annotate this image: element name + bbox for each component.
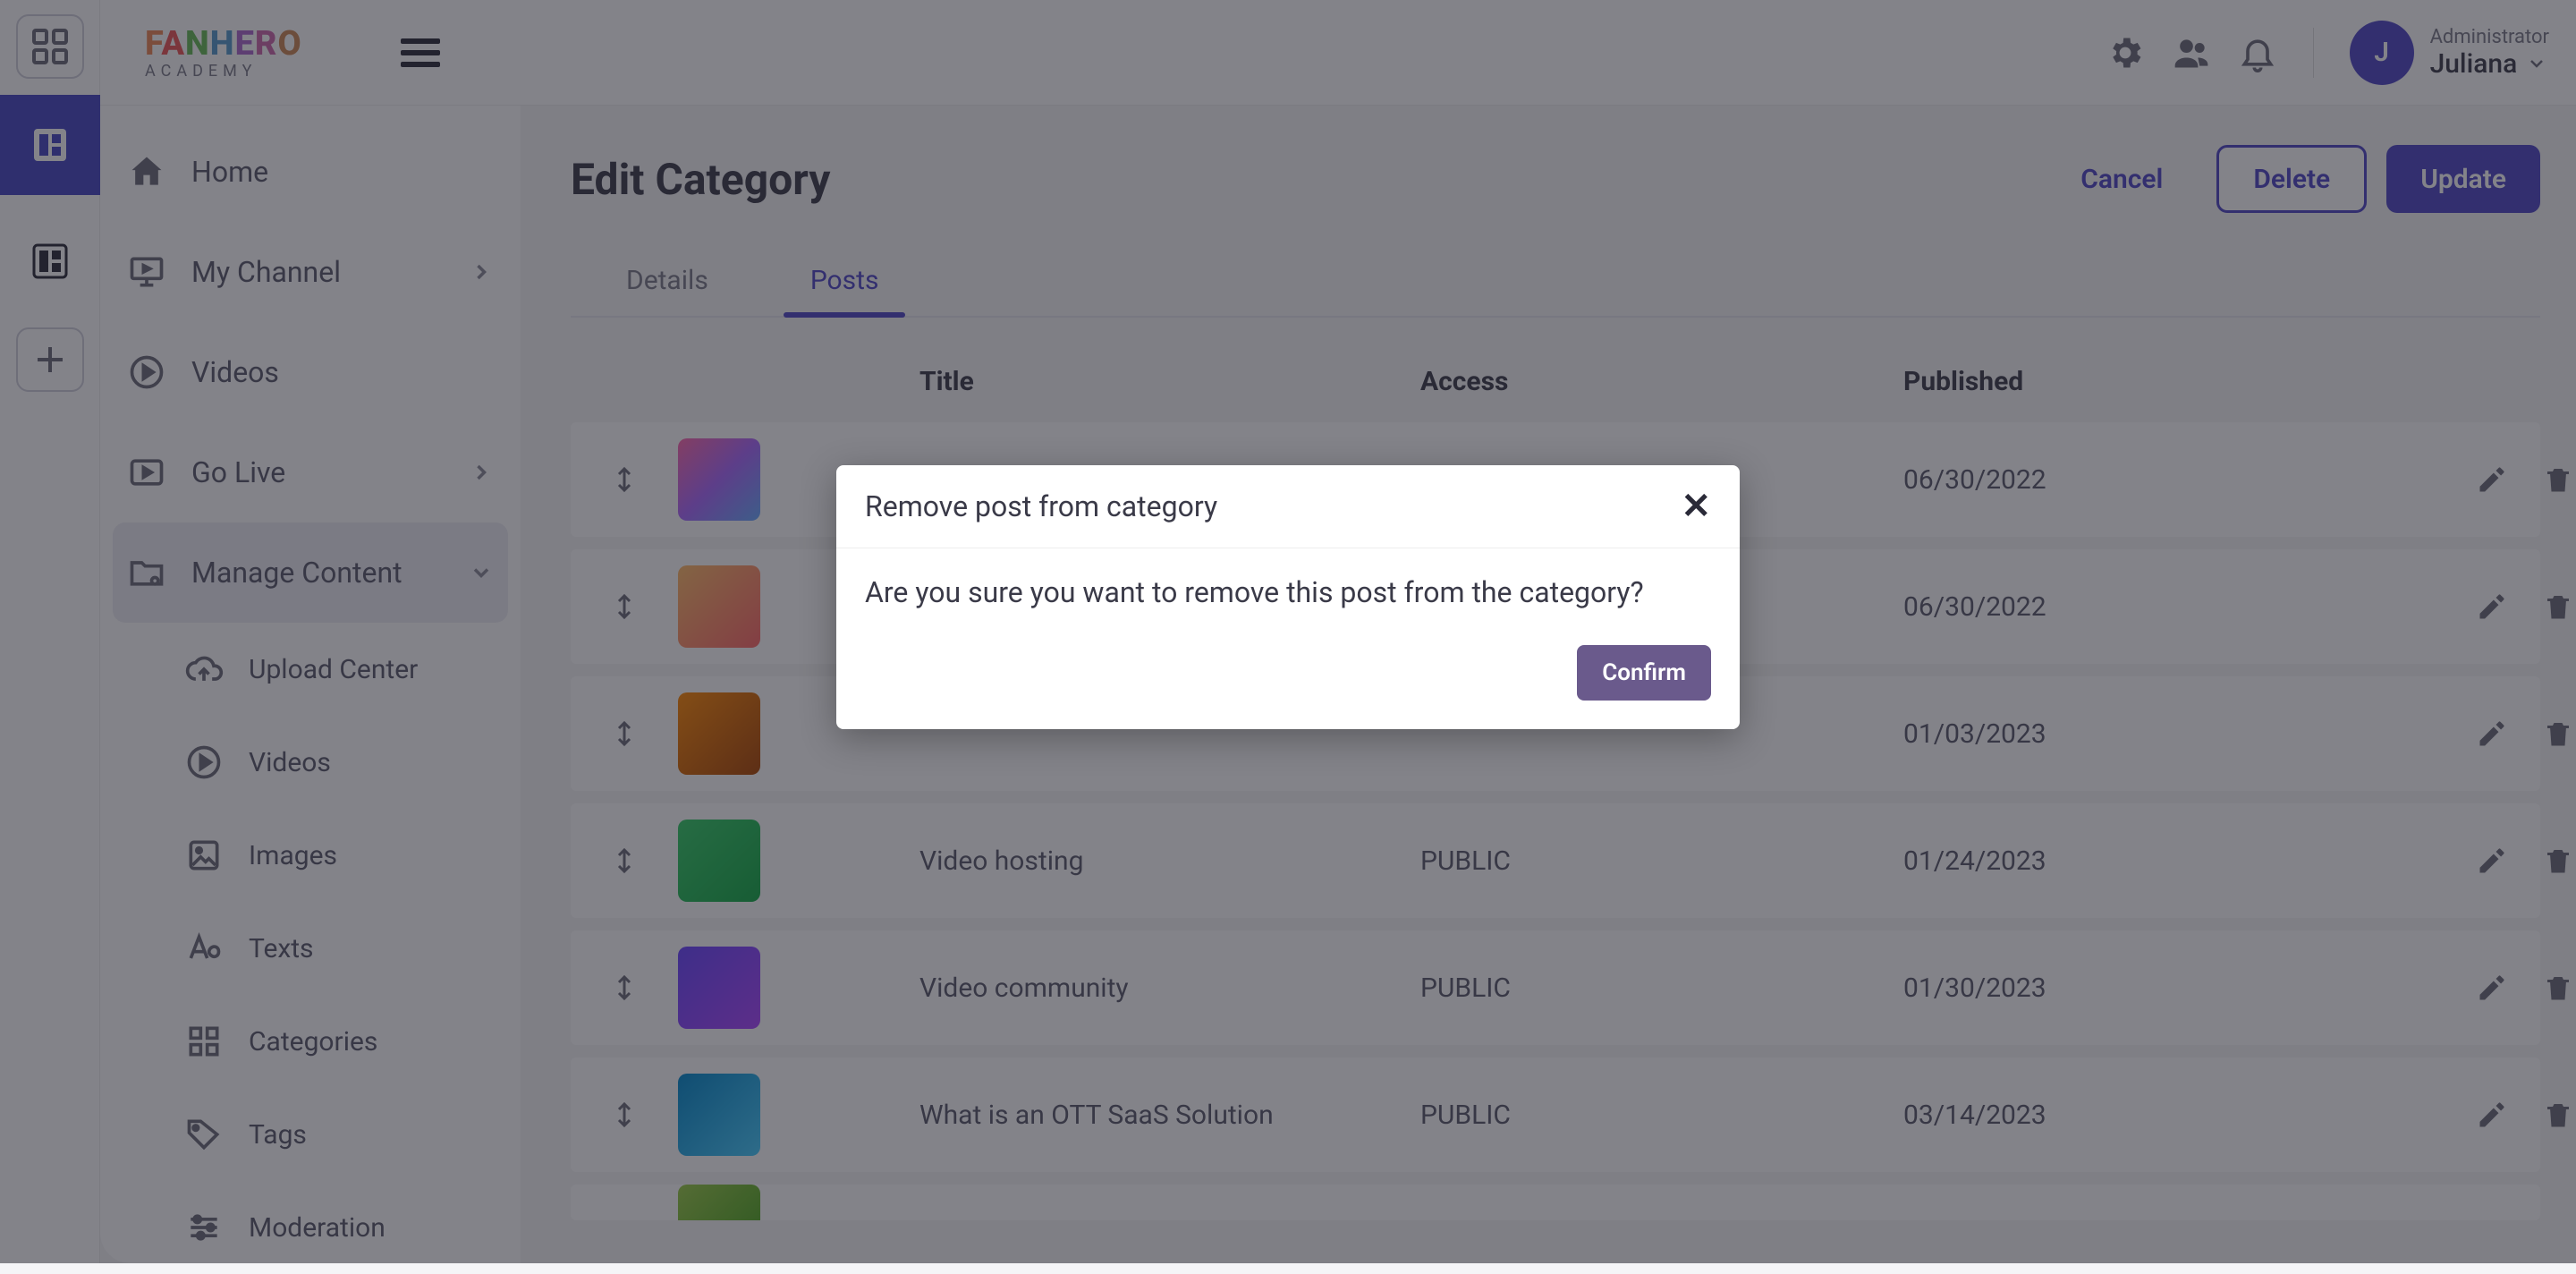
modal-overlay[interactable]: Remove post from category ✕ Are you sure…: [0, 0, 2576, 1263]
confirm-button[interactable]: Confirm: [1577, 645, 1711, 701]
modal-title: Remove post from category: [865, 489, 1217, 523]
modal-close-button[interactable]: ✕: [1681, 488, 1711, 524]
modal-body: Are you sure you want to remove this pos…: [836, 548, 1740, 645]
remove-post-modal: Remove post from category ✕ Are you sure…: [836, 465, 1740, 729]
